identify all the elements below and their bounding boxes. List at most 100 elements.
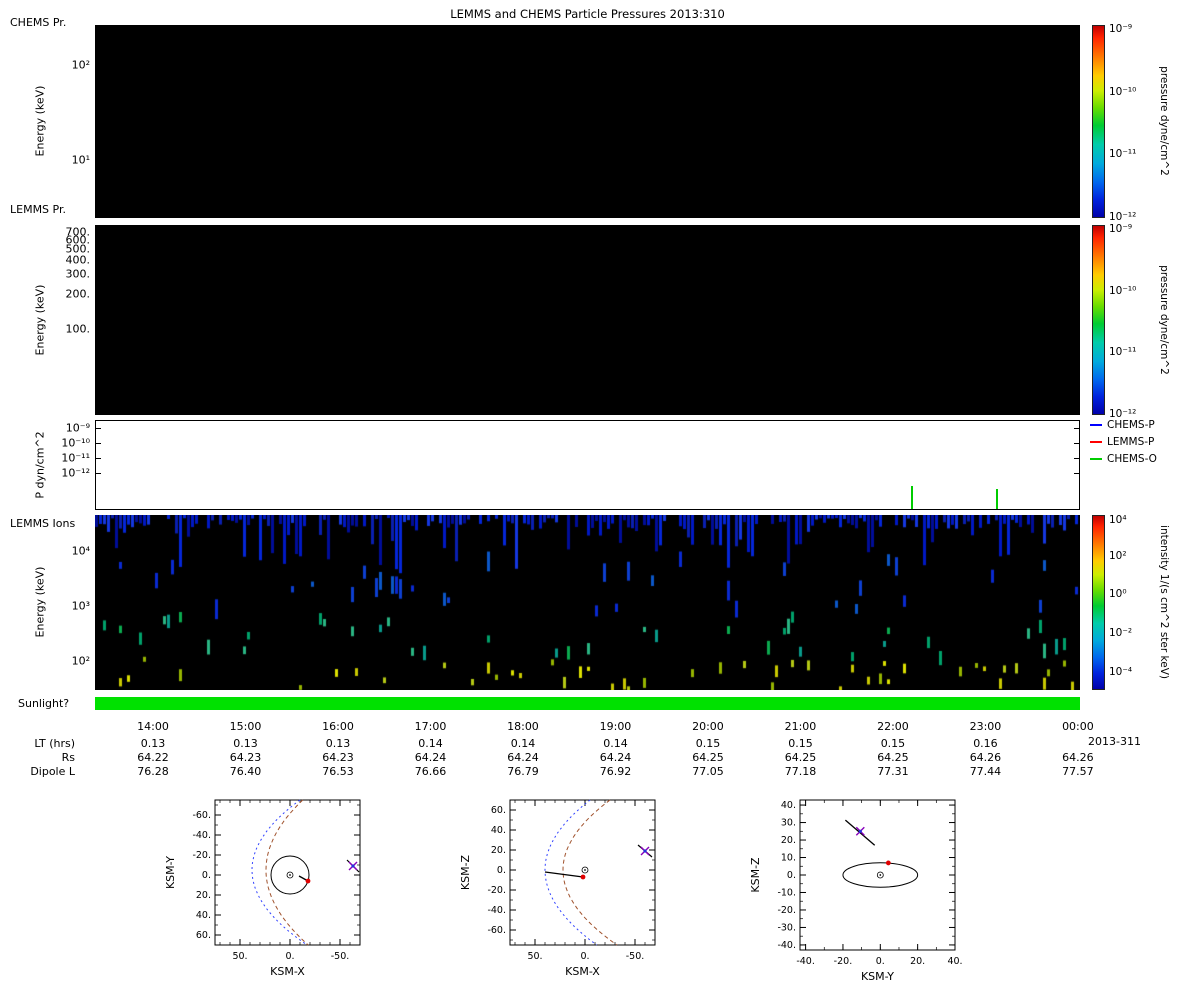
pressure-axis-tick [1074, 428, 1079, 430]
pressure1-colorbar-tick: 10⁻¹¹ [1109, 148, 1137, 161]
y-tick-label: -10. [777, 887, 796, 898]
y-tick-label: 40. [781, 800, 796, 811]
spacecraft-dot [351, 864, 355, 868]
ephemeris-value: 0.14 [603, 737, 628, 750]
time-tick-label: 23:00 [969, 720, 1002, 733]
legend-item: CHEMS-O [1090, 453, 1157, 465]
sunlight-bar [95, 697, 1080, 710]
x-tick-label: 50. [527, 951, 542, 962]
trajectory-line [544, 871, 584, 878]
x-tick-label: 20. [910, 956, 925, 967]
chems-o-spike [910, 485, 913, 509]
ephemeris-value: 0.15 [695, 737, 721, 750]
chems-pressure-colorbar [1092, 25, 1105, 218]
ephemeris-value: 0.16 [973, 737, 998, 750]
ephemeris-value: 0.13 [325, 737, 351, 750]
ions-ytick-label: 10⁴ [71, 544, 90, 558]
ephemeris-value: 77.18 [784, 765, 817, 778]
x-tick-label: 0. [580, 951, 589, 962]
moon-marker [580, 874, 586, 880]
chems-pressure-spectrogram [95, 25, 1080, 218]
panel-label-chems-pressure: CHEMS Pr. [10, 16, 67, 29]
time-tick-label: 21:00 [784, 720, 817, 733]
y-tick-label: 30. [781, 818, 796, 829]
time-tick-label: 17:00 [414, 720, 447, 733]
y-axis-label: KSM-Z [749, 857, 762, 893]
legend-line-chems-p [1090, 424, 1102, 426]
ephemeris-row-label-dipole: Dipole L [30, 765, 75, 778]
y-tick-label: 0. [787, 870, 796, 881]
y-tick-label: -20. [192, 850, 211, 861]
panel-label-lemms-ions: LEMMS Ions [10, 517, 76, 530]
ions-ytick-label: 10² [71, 654, 90, 668]
time-tick-label: 18:00 [507, 720, 539, 733]
pressure2-colorbar-tick: 10⁻⁹ [1109, 222, 1133, 235]
y-tick-label: 60. [196, 930, 211, 941]
ephemeris-value: 76.40 [229, 765, 262, 778]
y-tick-label: 10. [781, 853, 796, 864]
pressure-ytick-label: 10⁻¹⁰ [61, 436, 90, 450]
pressure-axis-tick [96, 457, 101, 459]
orbit-plot-ksm-yz: -40. -20. 0. 20. 40. 40. 30. 20. 10. 0. -10. -20. -3… [749, 799, 963, 983]
y-tick-label: 20. [196, 890, 211, 901]
time-tick-label: 14:00 [137, 720, 169, 733]
y-tick-label: -60. [487, 925, 506, 936]
pressure2-colorbar-tick: 10⁻¹¹ [1109, 346, 1137, 359]
x-tick-label: -50. [626, 951, 645, 962]
ephemeris-value: 64.23 [229, 751, 262, 764]
ephemeris-value: 64.25 [877, 751, 909, 764]
intensity-colorbar-unit-label: intensity 1/(s cm^2 ster keV) [1158, 525, 1170, 679]
pressure-axis-tick [96, 472, 101, 474]
ephemeris-value: 64.26 [969, 751, 1002, 764]
x-tick-label: -40. [796, 956, 815, 967]
time-tick-label: 22:00 [877, 720, 909, 733]
plot-frame [509, 799, 656, 946]
x-axis-label: KSM-X [270, 965, 305, 978]
pressure-ytick-label: 10⁻¹² [61, 466, 90, 480]
pressure1-colorbar-tick: 10⁻⁹ [1109, 22, 1133, 35]
y-tick-label: -30. [777, 922, 796, 933]
y-tick-label: -40. [192, 830, 211, 841]
lemms-ytick-label: 100. [65, 322, 91, 336]
ephemeris-value: 77.44 [969, 765, 1002, 778]
orbit-plot-ksm-xz: 50. 0. -50. 60. 40. 20. 0. -20. -40. -60. KSM-X KSM… [459, 799, 656, 978]
ephemeris-value: 64.26 [1062, 751, 1094, 764]
y-tick-label: -20. [777, 905, 796, 916]
lemms-ions-spectrogram [95, 515, 1080, 690]
time-tick-label: 20:00 [692, 720, 724, 733]
y-tick-label: 0. [202, 870, 211, 881]
lemms-ytick-label: 300. [65, 267, 91, 281]
pressure-axis-tick [1074, 457, 1079, 459]
pressure-ytick-label: 10⁻¹¹ [61, 451, 90, 465]
pressure-axis-tick [1074, 442, 1079, 444]
ephemeris-row-label-lt: LT (hrs) [34, 737, 75, 750]
pressure-ytick-label: 10⁻⁹ [65, 421, 90, 435]
intensity-colorbar-tick: 10⁰ [1109, 587, 1127, 600]
ephemeris-value: 76.66 [414, 765, 447, 778]
ephemeris-row-label-rs: Rs [61, 751, 75, 764]
pressure1-colorbar-tick: 10⁻¹² [1109, 211, 1137, 224]
bow-shock-curve [251, 799, 308, 946]
ephemeris-value: 0.13 [233, 737, 258, 750]
chems-o-spike [996, 489, 999, 509]
ephemeris-value: 64.24 [507, 751, 539, 764]
legend-label: CHEMS-O [1107, 453, 1157, 465]
ephemeris-value: 64.25 [692, 751, 724, 764]
ephemeris-value: 0.15 [788, 737, 813, 750]
panel-label-lemms-pressure: LEMMS Pr. [10, 203, 66, 216]
ephemeris-value: 0.13 [140, 737, 166, 750]
y-tick-label: -60. [192, 810, 211, 821]
y-tick-label: 60. [491, 805, 506, 816]
lemms-pressure-spectrogram [95, 225, 1080, 415]
legend-line-chems-o [1090, 458, 1102, 460]
y-axis-label: KSM-Z [459, 854, 472, 890]
x-axis-label: KSM-X [565, 965, 600, 978]
intensity-colorbar [1092, 515, 1105, 690]
y-tick-label: 40. [491, 825, 506, 836]
intensity-colorbar-tick: 10⁻⁴ [1109, 665, 1133, 678]
y-tick-label: 0. [497, 865, 506, 876]
y-tick-label: -40. [777, 940, 796, 951]
pressure-line-plot [95, 420, 1080, 510]
x-tick-label: 40. [947, 956, 962, 967]
pressure1-colorbar-tick: 10⁻¹⁰ [1109, 85, 1137, 98]
